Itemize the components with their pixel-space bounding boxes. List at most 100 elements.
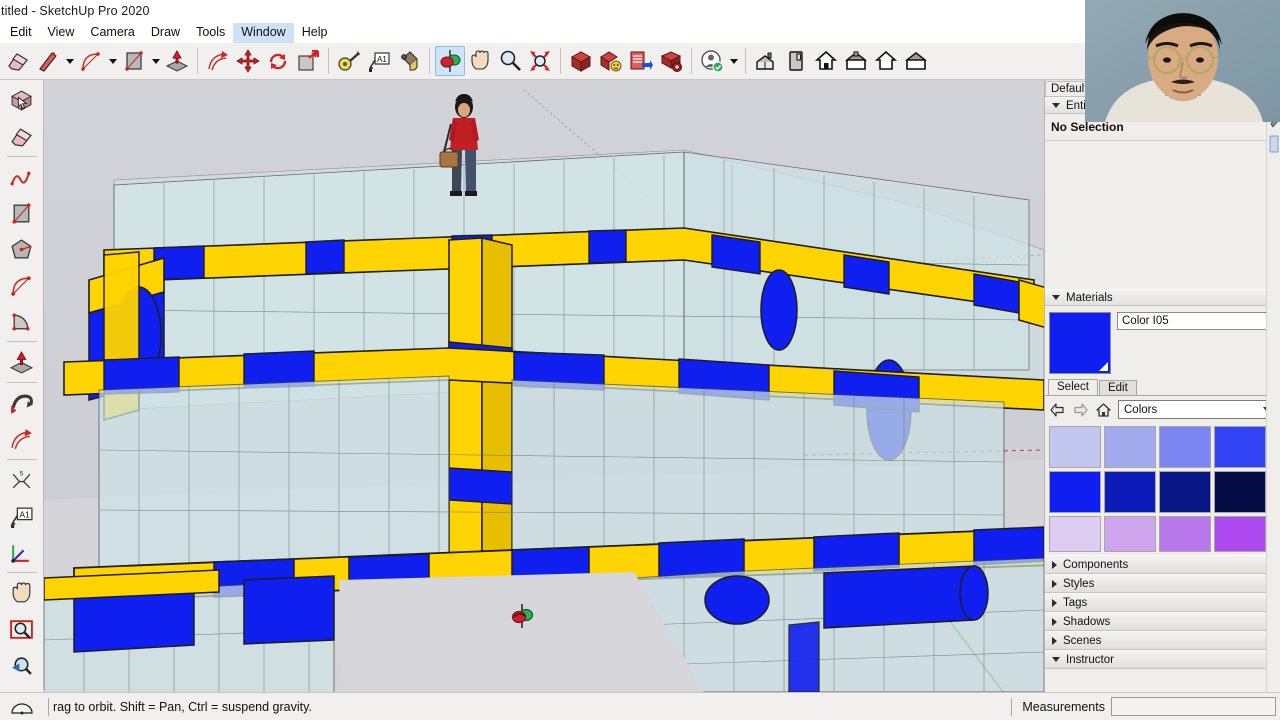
orbit-icon[interactable] [435,46,465,76]
back-arrow-icon[interactable] [1049,402,1066,418]
panel-title-styles: Styles [1063,577,1095,590]
chevron-down-icon[interactable] [149,46,162,76]
left-dimension-icon[interactable]: 5 [5,462,39,498]
color-swatch[interactable] [1159,516,1211,552]
left-pan-icon[interactable] [5,575,39,611]
left-freehand-icon[interactable] [5,159,39,195]
svg-text:5: 5 [20,470,24,477]
left-followme-icon[interactable] [5,385,39,421]
left-previous-view-icon[interactable] [5,647,39,683]
color-swatch[interactable] [1104,516,1156,552]
arc-icon[interactable] [76,46,106,76]
material-library-select[interactable]: Colors [1118,400,1276,419]
rectangle-icon[interactable] [119,46,149,76]
measurements-input[interactable] [1111,697,1276,716]
view-right-icon[interactable] [841,46,871,76]
offset-icon[interactable] [203,46,233,76]
color-swatch[interactable] [1159,426,1211,468]
material-name-input[interactable]: Color I05 [1117,312,1276,330]
home-icon[interactable] [1095,402,1112,418]
color-swatch[interactable] [1214,516,1266,552]
model-viewport[interactable] [44,80,1044,692]
menu-item-camera[interactable]: Camera [82,23,142,43]
color-swatch[interactable] [1214,471,1266,513]
toolbar-separator [6,341,37,342]
paint-bucket-icon[interactable] [394,46,424,76]
materials-tab-edit[interactable]: Edit [1098,380,1137,395]
extension-warehouse-icon[interactable] [626,46,656,76]
menu-item-view[interactable]: View [40,23,83,43]
panel-header-styles[interactable]: Styles [1045,574,1280,593]
extension-manager-icon[interactable] [656,46,686,76]
view-top-icon[interactable] [781,46,811,76]
tape-measure-icon[interactable] [334,46,364,76]
color-swatch[interactable] [1159,471,1211,513]
panel-header-instructor[interactable]: Instructor [1045,650,1280,669]
left-eraser-icon[interactable] [5,118,39,154]
left-axes-icon[interactable] [5,534,39,570]
view-back-icon[interactable] [871,46,901,76]
color-swatch[interactable] [1049,426,1101,468]
collapsed-panel-list: Components Styles Tags Shadows Scenes Instruc… [1045,555,1280,669]
left-position-camera-icon[interactable] [5,683,39,690]
move-icon[interactable] [233,46,263,76]
account-icon[interactable] [697,46,727,76]
menu-item-tools[interactable]: Tools [188,23,233,43]
eraser-icon[interactable] [3,46,33,76]
toolbar-separator [6,156,37,157]
left-arc-icon[interactable] [5,267,39,303]
zoom-icon[interactable] [495,46,525,76]
left-polygon-icon[interactable] [5,231,39,267]
share-model-icon[interactable] [596,46,626,76]
window-title: titled - SketchUp Pro 2020 [1,4,150,18]
chevron-down-icon[interactable] [106,46,119,76]
current-material-swatch[interactable] [1049,312,1111,374]
color-swatch[interactable] [1104,426,1156,468]
zoom-extents-icon[interactable] [525,46,555,76]
left-select-icon[interactable] [5,82,39,118]
chevron-right-icon [1052,598,1057,607]
color-swatch[interactable] [1214,426,1266,468]
chevron-down-icon[interactable] [727,46,740,76]
left-zoom-window-icon[interactable] [5,611,39,647]
chevron-down-icon [1052,295,1060,300]
panel-title-scenes: Scenes [1063,634,1102,647]
measurements-area: Measurements [1007,697,1280,716]
pan-icon[interactable] [465,46,495,76]
chevron-down-icon[interactable] [63,46,76,76]
panel-header-materials[interactable]: Materials [1045,289,1280,306]
pushpull-icon[interactable] [162,46,192,76]
view-iso-icon[interactable] [751,46,781,76]
webcam-video-feed [1085,0,1280,122]
panel-header-scenes[interactable]: Scenes [1045,631,1280,650]
color-swatch[interactable] [1049,471,1101,513]
menu-item-help[interactable]: Help [294,23,336,43]
material-swatch-grid [1045,423,1280,555]
status-context-icons[interactable] [0,693,44,720]
scale-icon[interactable] [293,46,323,76]
rotate-icon[interactable] [263,46,293,76]
left-pushpull-icon[interactable] [5,344,39,380]
menu-item-draw[interactable]: Draw [143,23,188,43]
panel-header-tags[interactable]: Tags [1045,593,1280,612]
left-offset-icon[interactable] [5,421,39,457]
left-rectangle-icon[interactable] [5,195,39,231]
view-front-icon[interactable] [811,46,841,76]
text-icon[interactable]: A1 [364,46,394,76]
left-toolbar: 5 A1 [0,80,44,690]
left-pie-icon[interactable] [5,303,39,339]
view-left-icon[interactable] [901,46,931,76]
menu-item-window[interactable]: Window [233,22,294,43]
svg-text:A1: A1 [377,55,387,64]
color-swatch[interactable] [1104,471,1156,513]
panel-header-shadows[interactable]: Shadows [1045,612,1280,631]
line-icon[interactable] [33,46,63,76]
menu-item-edit[interactable]: Edit [2,23,40,43]
left-text-icon[interactable]: A1 [5,498,39,534]
warehouse-3d-icon[interactable] [566,46,596,76]
forward-arrow-icon[interactable] [1072,402,1089,418]
model-3d-scene [44,80,1044,692]
panel-header-components[interactable]: Components [1045,555,1280,574]
color-swatch[interactable] [1049,516,1101,552]
materials-tab-select[interactable]: Select [1048,379,1098,395]
